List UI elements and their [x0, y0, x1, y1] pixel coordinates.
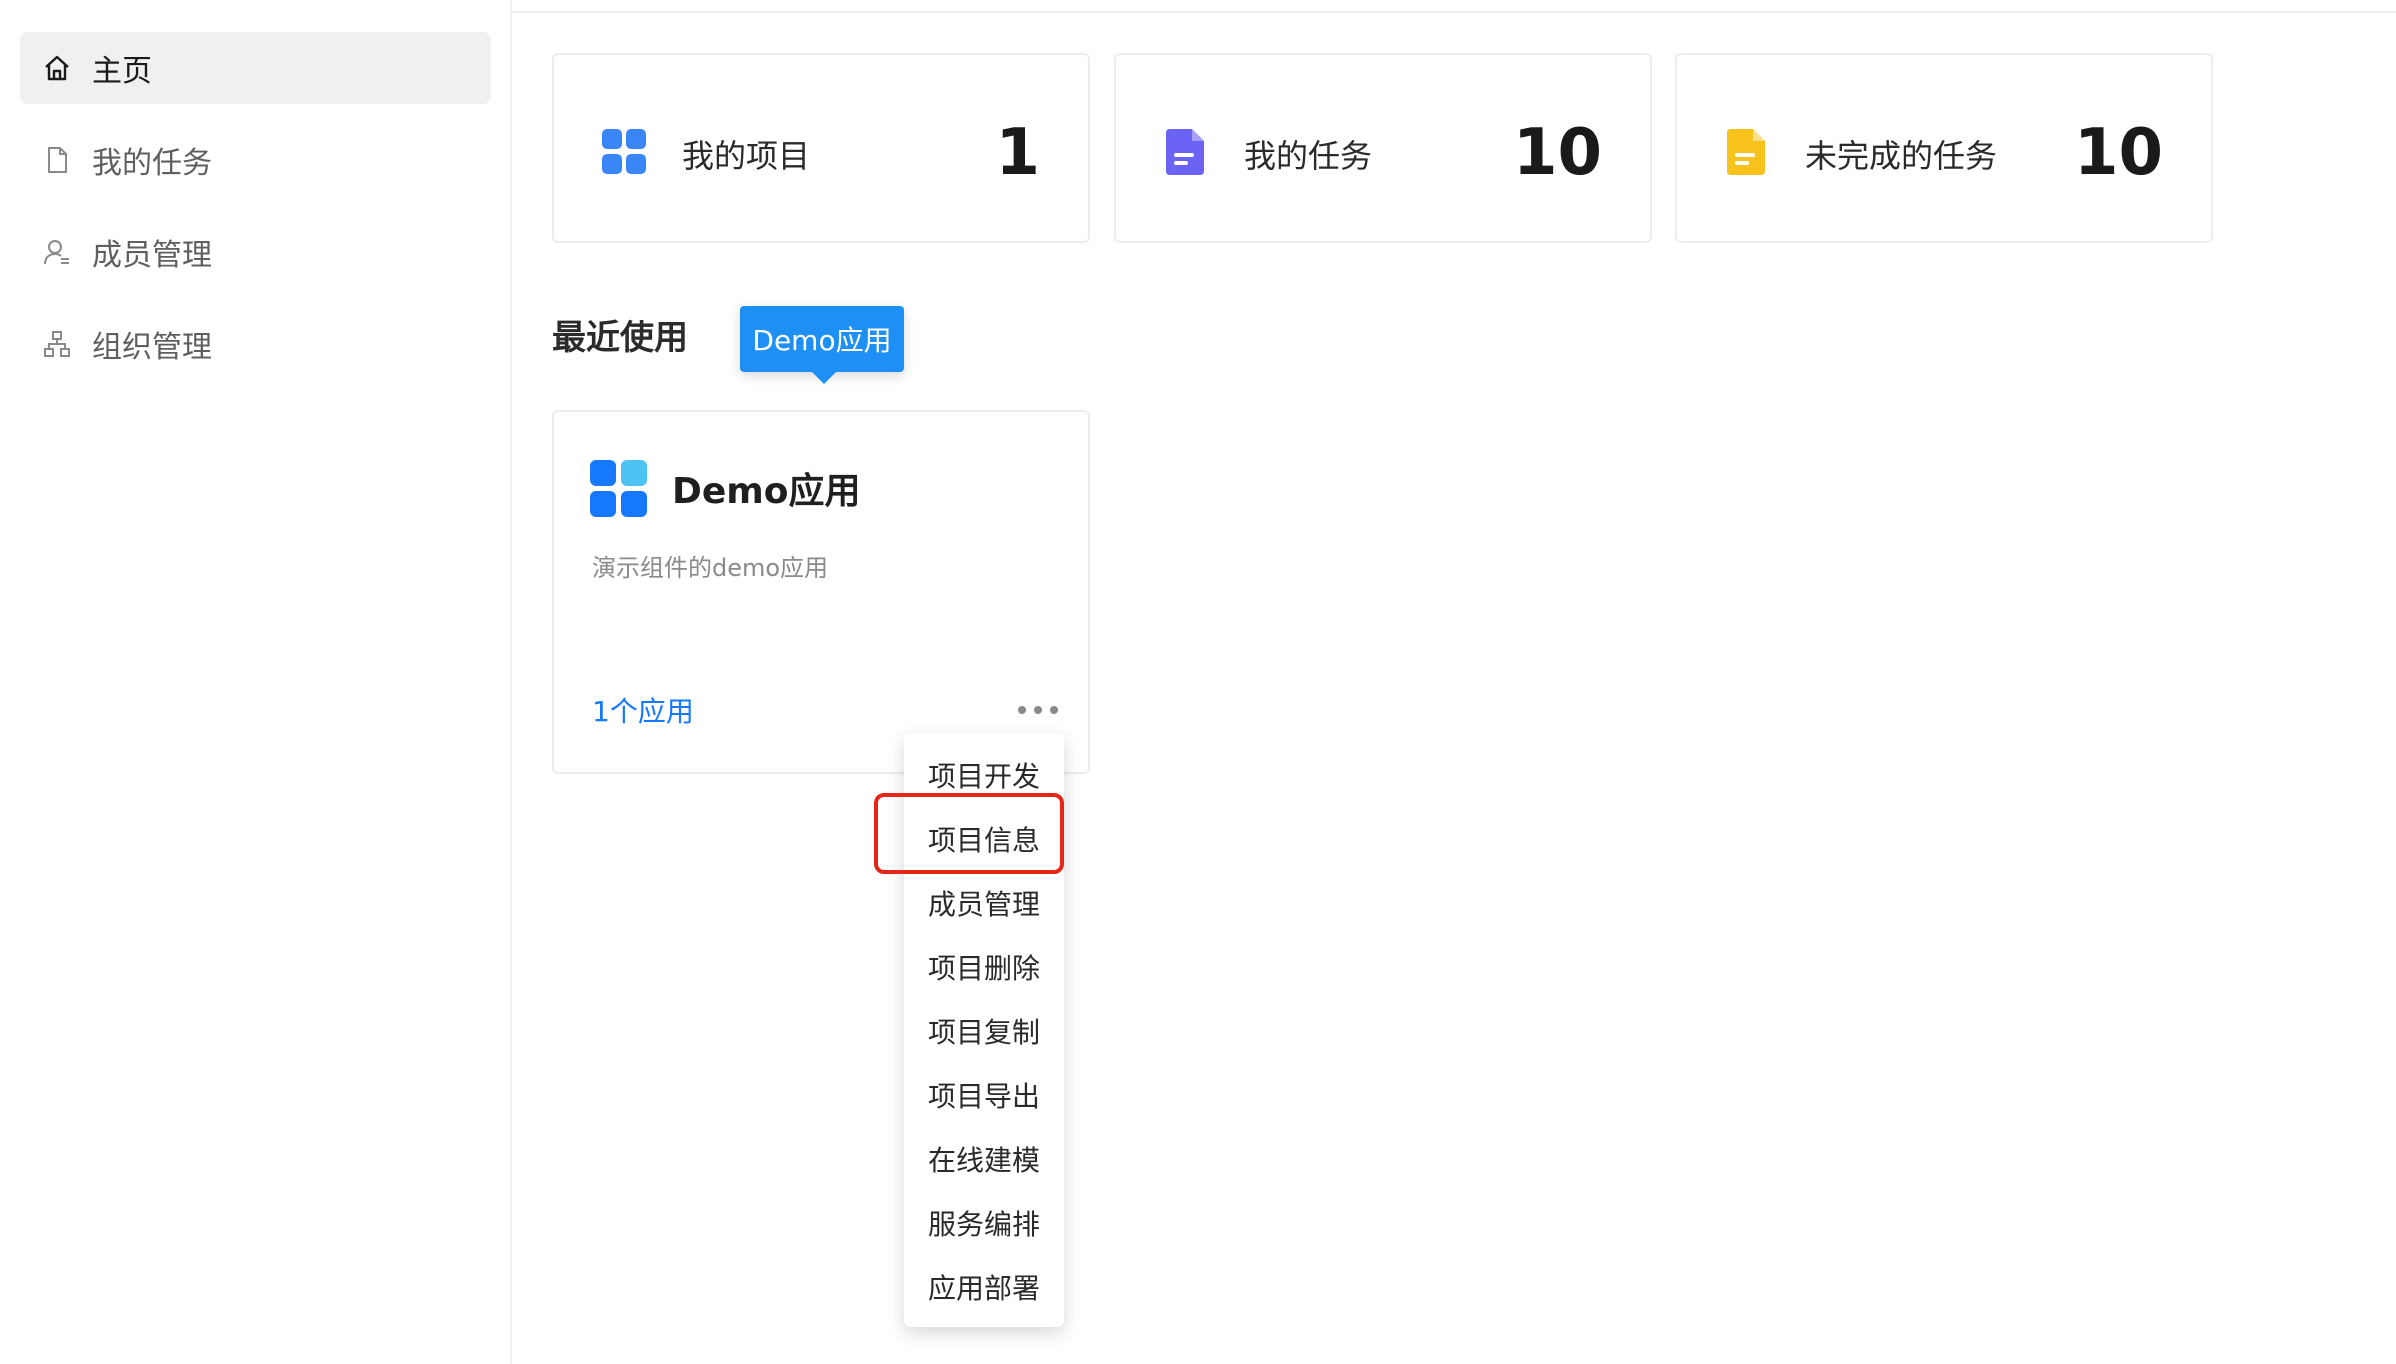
stat-value: 10 [1512, 116, 1602, 190]
stat-label: 我的项目 [682, 137, 811, 175]
menu-item-app-deploy[interactable]: 应用部署 [904, 1257, 1064, 1317]
sidebar-item-label: 我的任务 [92, 146, 212, 181]
section-title-recent: 最近使用 [552, 318, 688, 358]
highlight-box [874, 793, 1064, 874]
home-icon [42, 53, 72, 83]
top-divider [512, 0, 2396, 13]
sidebar-item-my-tasks[interactable]: 我的任务 [20, 124, 491, 196]
sidebar-item-members[interactable]: 成员管理 [20, 216, 491, 288]
menu-item-project-export[interactable]: 项目导出 [904, 1065, 1064, 1125]
yellow-document-icon [1725, 129, 1769, 175]
grid-apps-icon [602, 129, 646, 175]
org-chart-icon [42, 329, 72, 359]
menu-item-online-modeling[interactable]: 在线建模 [904, 1129, 1064, 1189]
more-icon[interactable] [1018, 700, 1058, 720]
app-card-demo[interactable]: Demo应用 演示组件的demo应用 1个应用 [552, 410, 1090, 774]
sidebar-item-organization[interactable]: 组织管理 [20, 308, 491, 380]
menu-item-service-orchestration[interactable]: 服务编排 [904, 1193, 1064, 1253]
stat-card-my-tasks[interactable]: 我的任务 10 [1114, 53, 1652, 243]
purple-document-icon [1164, 129, 1208, 175]
stat-value: 1 [995, 116, 1040, 190]
app-description: 演示组件的demo应用 [592, 554, 829, 582]
menu-item-members[interactable]: 成员管理 [904, 873, 1064, 933]
tooltip-arrow [812, 372, 836, 384]
tooltip: Demo应用 [740, 306, 904, 372]
stat-card-my-projects[interactable]: 我的项目 1 [552, 53, 1090, 243]
document-icon [42, 145, 72, 175]
menu-item-project-copy[interactable]: 项目复制 [904, 1001, 1064, 1061]
sidebar-item-label: 组织管理 [92, 330, 212, 365]
stat-value: 10 [2073, 116, 2163, 190]
app-count-link[interactable]: 1个应用 [592, 690, 694, 730]
menu-item-project-delete[interactable]: 项目删除 [904, 937, 1064, 997]
sidebar-item-label: 成员管理 [92, 238, 212, 273]
stat-label: 未完成的任务 [1805, 137, 1998, 175]
stat-label: 我的任务 [1244, 137, 1373, 175]
sidebar-item-home[interactable]: 主页 [20, 32, 491, 104]
sidebar: 主页 我的任务 成员管理 组织管理 [0, 0, 512, 1364]
user-settings-icon [42, 237, 72, 267]
app-logo-icon [590, 460, 648, 518]
app-name: Demo应用 [672, 471, 861, 512]
sidebar-item-label: 主页 [92, 54, 152, 89]
stat-card-unfinished-tasks[interactable]: 未完成的任务 10 [1675, 53, 2213, 243]
